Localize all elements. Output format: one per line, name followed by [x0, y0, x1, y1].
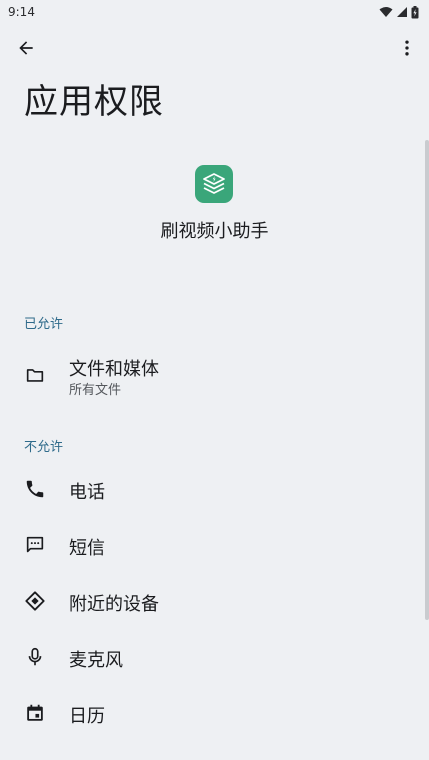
cell-signal-icon	[397, 7, 407, 17]
calendar-icon	[22, 700, 48, 726]
section-header-allowed: 已允许	[24, 317, 64, 332]
permission-label: 电话	[69, 482, 105, 503]
permission-row-phone[interactable]: 电话	[0, 463, 425, 515]
app-name: 刷视频小助手	[160, 221, 269, 242]
nearby-devices-icon	[22, 588, 48, 614]
more-vert-icon	[405, 40, 409, 56]
status-time: 9:14	[8, 5, 35, 19]
permission-row-sms[interactable]: 短信	[0, 519, 425, 571]
permission-label: 短信	[69, 538, 105, 559]
permission-row-microphone[interactable]: 麦克风	[0, 631, 425, 683]
wifi-icon	[379, 7, 393, 17]
status-bar: 9:14	[0, 0, 429, 24]
permission-label: 日历	[69, 706, 105, 727]
toolbar	[0, 28, 429, 68]
microphone-icon	[22, 644, 48, 670]
permission-sublabel: 所有文件	[69, 383, 122, 398]
sms-icon	[22, 532, 48, 558]
battery-icon	[411, 5, 419, 18]
more-options-button[interactable]	[389, 30, 425, 66]
back-button[interactable]	[8, 30, 44, 66]
section-header-denied: 不允许	[24, 440, 64, 455]
stack-layers-icon	[203, 173, 225, 194]
folder-icon	[22, 362, 48, 388]
permission-row-nearby-devices[interactable]: 附近的设备	[0, 575, 425, 627]
permission-label: 文件和媒体	[69, 359, 159, 380]
app-icon	[195, 165, 233, 203]
permission-label: 附近的设备	[69, 594, 159, 615]
permission-row-files-media[interactable]: 文件和媒体 所有文件	[0, 350, 425, 402]
status-icons	[379, 5, 419, 19]
permission-row-calendar[interactable]: 日历	[0, 687, 425, 739]
arrow-back-icon	[19, 41, 33, 55]
page-title: 应用权限	[24, 82, 164, 122]
scrollbar[interactable]	[425, 140, 429, 620]
permission-label: 麦克风	[69, 650, 123, 671]
phone-icon	[22, 476, 48, 502]
